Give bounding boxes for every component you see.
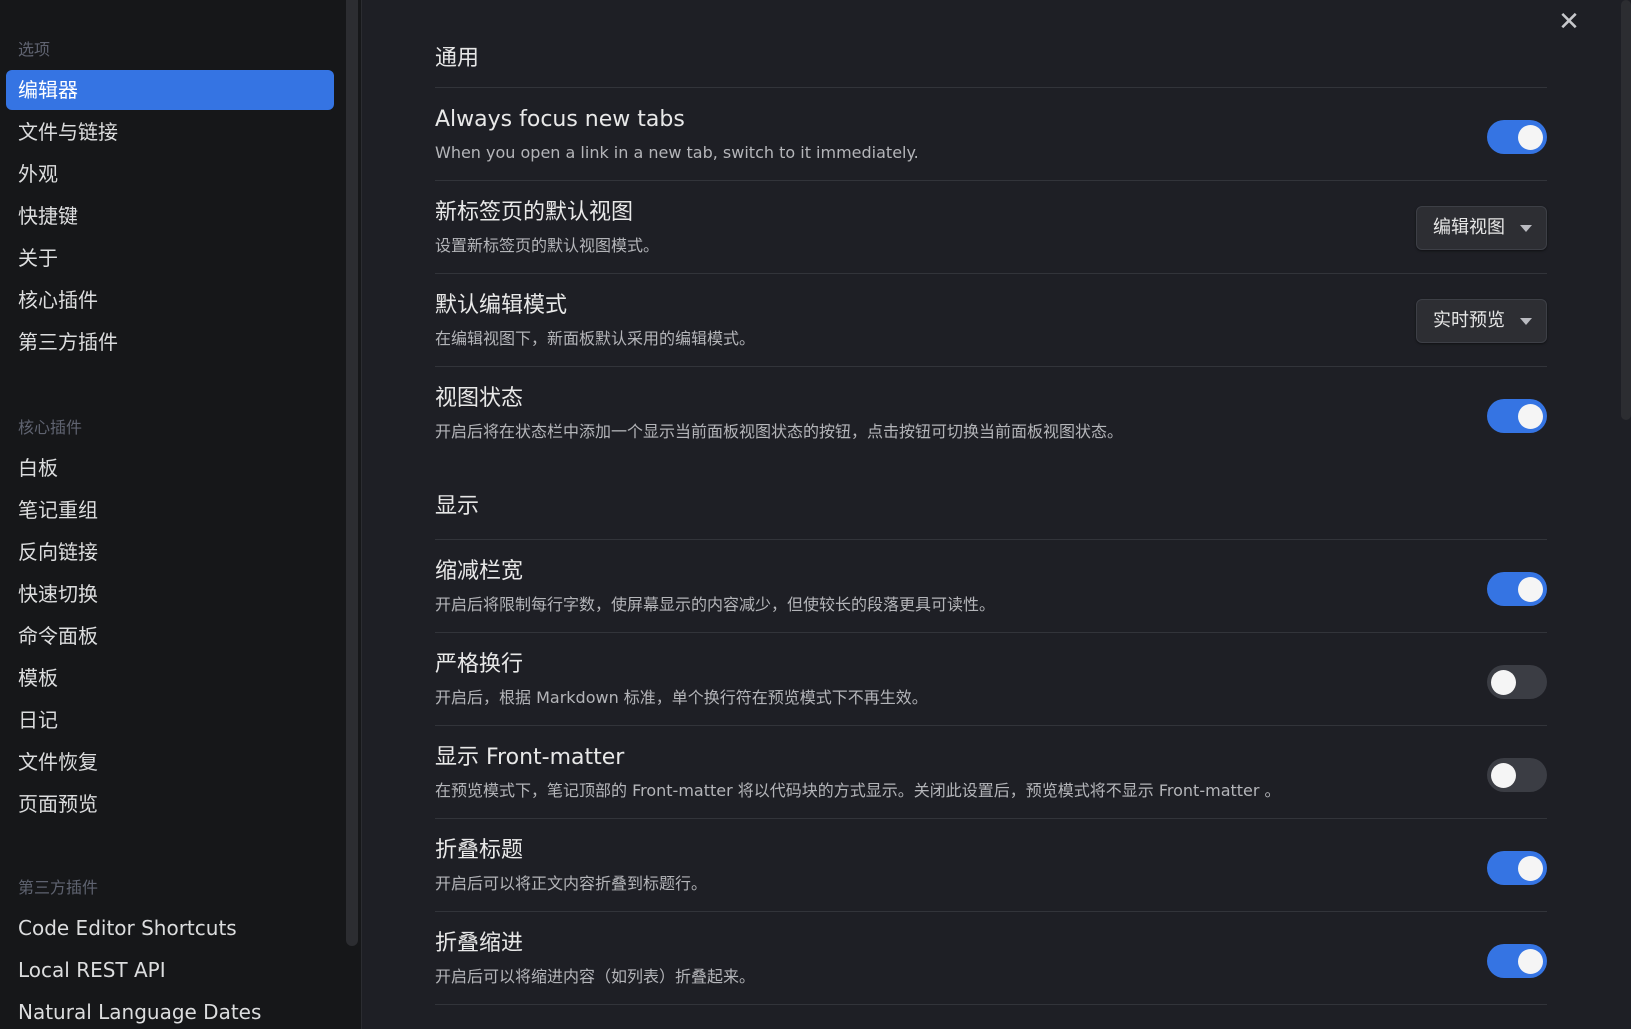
settings-content: ✕ 通用 Always focus new tabs When you open…: [363, 0, 1631, 1029]
toggle-knob: [1518, 404, 1543, 429]
sidebar-item-page-preview[interactable]: 页面预览: [6, 784, 334, 824]
caret-down-icon: [1520, 225, 1532, 232]
show-front-matter-toggle[interactable]: [1487, 758, 1547, 792]
fold-indent-toggle[interactable]: [1487, 944, 1547, 978]
setting-name: 严格换行: [435, 652, 524, 677]
toggle-knob: [1518, 577, 1543, 602]
dropdown-value: 编辑视图: [1433, 217, 1505, 238]
setting-name: 显示 Front-matter: [435, 745, 625, 770]
section-title-display: 显示: [435, 460, 1547, 540]
setting-description: 开启后将在状态栏中添加一个显示当前面板视图状态的按钮，点击按钮可切换当前面板视图…: [435, 422, 1124, 441]
setting-name: Always focus new tabs: [435, 107, 685, 132]
content-scrollbar[interactable]: [1621, 0, 1631, 420]
close-icon[interactable]: ✕: [1555, 8, 1583, 36]
sidebar-group-community: 第三方插件 Code Editor Shortcuts Local REST A…: [0, 868, 340, 1029]
readable-line-length-toggle[interactable]: [1487, 572, 1547, 606]
setting-view-state: 视图状态 开启后将在状态栏中添加一个显示当前面板视图状态的按钮，点击按钮可切换当…: [435, 367, 1547, 460]
strict-line-breaks-toggle[interactable]: [1487, 665, 1547, 699]
sidebar-item-appearance[interactable]: 外观: [6, 154, 334, 194]
setting-description: When you open a link in a new tab, switc…: [435, 143, 919, 162]
sidebar-item-editor[interactable]: 编辑器: [6, 70, 334, 110]
setting-description: 开启后，根据 Markdown 标准，单个换行符在预览模式下不再生效。: [435, 688, 928, 707]
sidebar-item-hotkeys[interactable]: 快捷键: [6, 196, 334, 236]
sidebar-item-core-plugins[interactable]: 核心插件: [6, 280, 334, 320]
default-edit-mode-dropdown[interactable]: 实时预览: [1416, 299, 1547, 343]
setting-show-front-matter: 显示 Front-matter 在预览模式下，笔记顶部的 Front-matte…: [435, 726, 1547, 819]
sidebar-item-file-recovery[interactable]: 文件恢复: [6, 742, 334, 782]
sidebar-group-core: 核心插件 白板 笔记重组 反向链接 快速切换 命令面板 模板 日记 文件恢复 页…: [0, 408, 340, 826]
fold-heading-toggle[interactable]: [1487, 851, 1547, 885]
sidebar-item-community-plugins[interactable]: 第三方插件: [6, 322, 334, 362]
toggle-knob: [1491, 670, 1516, 695]
setting-name: 折叠标题: [435, 838, 524, 863]
toggle-knob: [1518, 949, 1543, 974]
setting-always-focus-new-tabs: Always focus new tabs When you open a li…: [435, 88, 1547, 181]
toggle-knob: [1491, 763, 1516, 788]
toggle-knob: [1518, 125, 1543, 150]
setting-default-view: 新标签页的默认视图 设置新标签页的默认视图模式。 编辑视图: [435, 181, 1547, 274]
sidebar-item-quick-switcher[interactable]: 快速切换: [6, 574, 334, 614]
default-view-dropdown[interactable]: 编辑视图: [1416, 206, 1547, 250]
sidebar-group-title: 第三方插件: [18, 878, 99, 897]
sidebar-group-title: 选项: [18, 40, 51, 59]
toggle-knob: [1518, 856, 1543, 881]
setting-description: 在预览模式下，笔记顶部的 Front-matter 将以代码块的方式显示。关闭此…: [435, 781, 1281, 800]
setting-name: 缩减栏宽: [435, 559, 524, 584]
setting-strict-line-breaks: 严格换行 开启后，根据 Markdown 标准，单个换行符在预览模式下不再生效。: [435, 633, 1547, 726]
setting-readable-line-length: 缩减栏宽 开启后将限制每行字数，使屏幕显示的内容减少，但使较长的段落更具可读性。: [435, 540, 1547, 633]
sidebar-group-options: 选项 编辑器 文件与链接 外观 快捷键 关于 核心插件 第三方插件: [0, 30, 340, 364]
section-title-general: 通用: [435, 0, 1547, 88]
setting-description: 在编辑视图下，新面板默认采用的编辑模式。: [435, 329, 756, 348]
sidebar-item-command-palette[interactable]: 命令面板: [6, 616, 334, 656]
setting-fold-heading: 折叠标题 开启后可以将正文内容折叠到标题行。: [435, 819, 1547, 912]
sidebar-group-title: 核心插件: [18, 418, 83, 437]
setting-fold-indent: 折叠缩进 开启后可以将缩进内容（如列表）折叠起来。: [435, 912, 1547, 1005]
setting-name: 折叠缩进: [435, 931, 524, 956]
sidebar-item-daily-notes[interactable]: 日记: [6, 700, 334, 740]
setting-description: 开启后可以将正文内容折叠到标题行。: [435, 874, 708, 893]
setting-description: 开启后可以将缩进内容（如列表）折叠起来。: [435, 967, 756, 986]
sidebar-scrollbar[interactable]: [346, 0, 358, 946]
settings-list: 通用 Always focus new tabs When you open a…: [435, 0, 1547, 1005]
setting-name: 新标签页的默认视图: [435, 200, 634, 225]
view-state-toggle[interactable]: [1487, 399, 1547, 433]
sidebar-item-templates[interactable]: 模板: [6, 658, 334, 698]
sidebar-item-backlinks[interactable]: 反向链接: [6, 532, 334, 572]
sidebar-item-note-composer[interactable]: 笔记重组: [6, 490, 334, 530]
setting-name: 默认编辑模式: [435, 293, 568, 318]
caret-down-icon: [1520, 318, 1532, 325]
sidebar-item-about[interactable]: 关于: [6, 238, 334, 278]
sidebar-item-canvas[interactable]: 白板: [6, 448, 334, 488]
setting-description: 设置新标签页的默认视图模式。: [435, 236, 660, 255]
always-focus-new-tabs-toggle[interactable]: [1487, 120, 1547, 154]
sidebar-item-code-editor-shortcuts[interactable]: Code Editor Shortcuts: [6, 908, 334, 948]
setting-default-edit-mode: 默认编辑模式 在编辑视图下，新面板默认采用的编辑模式。 实时预览: [435, 274, 1547, 367]
settings-sidebar: 选项 编辑器 文件与链接 外观 快捷键 关于 核心插件 第三方插件 核心插件 白…: [0, 0, 362, 1029]
dropdown-value: 实时预览: [1433, 310, 1505, 331]
setting-name: 视图状态: [435, 386, 524, 411]
sidebar-item-files-links[interactable]: 文件与链接: [6, 112, 334, 152]
sidebar-item-local-rest-api[interactable]: Local REST API: [6, 950, 334, 990]
sidebar-item-natural-language-dates[interactable]: Natural Language Dates: [6, 992, 334, 1029]
setting-description: 开启后将限制每行字数，使屏幕显示的内容减少，但使较长的段落更具可读性。: [435, 595, 996, 614]
